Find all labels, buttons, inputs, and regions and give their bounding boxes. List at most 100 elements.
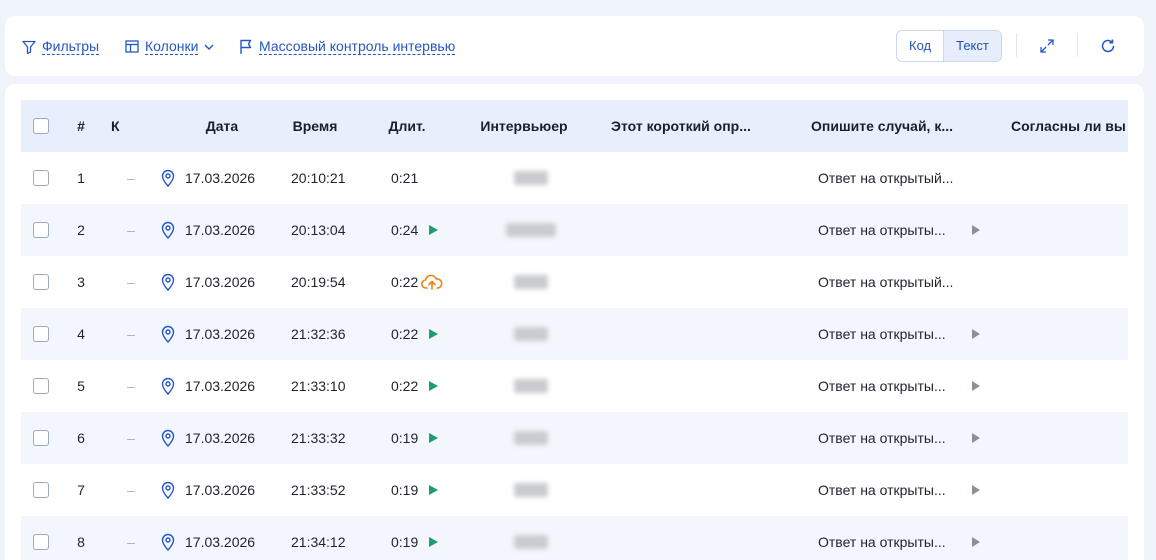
play-icon[interactable]: [427, 328, 439, 340]
row-checkbox[interactable]: [33, 378, 49, 394]
table-row[interactable]: 8 – 17.03.2026 21:34:12 0:19 Ответ на открыты…: [21, 516, 1128, 560]
table-row[interactable]: 6 – 17.03.2026 21:33:32 0:19 Ответ на открыты…: [21, 412, 1128, 464]
header-question-1[interactable]: Этот короткий опр...: [611, 100, 771, 152]
header-question-3[interactable]: Согласны ли вы: [1011, 100, 1128, 152]
row-time: 21:33:52: [291, 482, 346, 498]
row-answer-text[interactable]: Ответ на открыты...: [818, 412, 963, 464]
play-icon[interactable]: [427, 484, 439, 496]
row-duration: 0:24: [391, 222, 419, 238]
row-duration: 0:19: [391, 534, 419, 550]
row-time: 21:34:12: [291, 534, 346, 550]
row-k-value: –: [127, 482, 135, 498]
row-date: 17.03.2026: [185, 534, 256, 550]
row-date: 17.03.2026: [185, 222, 256, 238]
row-checkbox[interactable]: [33, 534, 49, 550]
row-k-value: –: [127, 378, 135, 394]
expand-answer-icon[interactable]: [971, 380, 981, 392]
header-k[interactable]: К: [111, 100, 123, 152]
row-number: 6: [77, 430, 85, 446]
location-pin-icon[interactable]: [161, 481, 175, 499]
row-answer-text[interactable]: Ответ на открыты...: [818, 360, 963, 412]
filters-label: Фильтры: [42, 38, 100, 55]
row-checkbox[interactable]: [33, 274, 49, 290]
play-icon[interactable]: [427, 536, 439, 548]
table-row[interactable]: 7 – 17.03.2026 21:33:52 0:19 Ответ на открыты…: [21, 464, 1128, 516]
expand-answer-icon[interactable]: [971, 484, 981, 496]
row-time: 21:33:10: [291, 378, 346, 394]
row-k-value: –: [127, 170, 135, 186]
row-checkbox[interactable]: [33, 430, 49, 446]
row-duration: 0:19: [391, 482, 419, 498]
row-answer-text[interactable]: Ответ на открыты...: [818, 308, 963, 360]
row-date: 17.03.2026: [185, 482, 256, 498]
location-pin-icon[interactable]: [161, 377, 175, 395]
table-row[interactable]: 2 – 17.03.2026 20:13:04 0:24 Ответ на открыты…: [21, 204, 1128, 256]
row-time: 21:33:32: [291, 430, 346, 446]
interviewer-name-redacted: [514, 171, 548, 185]
row-number: 1: [77, 170, 85, 186]
row-checkbox[interactable]: [33, 170, 49, 186]
select-all-checkbox[interactable]: [33, 118, 49, 134]
header-date[interactable]: Дата: [185, 100, 259, 152]
row-duration: 0:22: [391, 326, 419, 342]
columns-button[interactable]: Колонки: [125, 38, 214, 55]
header-question-2[interactable]: Опишите случай, к...: [811, 100, 971, 152]
play-icon[interactable]: [427, 432, 439, 444]
expand-answer-icon[interactable]: [971, 328, 981, 340]
table-row[interactable]: 3 – 17.03.2026 20:19:54 0:22 Ответ на открыты…: [21, 256, 1128, 308]
row-date: 17.03.2026: [185, 326, 256, 342]
row-k-value: –: [127, 274, 135, 290]
location-pin-icon[interactable]: [161, 533, 175, 551]
location-pin-icon[interactable]: [161, 325, 175, 343]
filter-icon: [22, 40, 36, 54]
row-checkbox[interactable]: [33, 222, 49, 238]
row-time: 20:10:21: [291, 170, 346, 186]
code-view-button[interactable]: Код: [897, 31, 943, 61]
location-pin-icon[interactable]: [161, 429, 175, 447]
toolbar: Фильтры Колонки Массовый контроль интерв…: [5, 16, 1144, 76]
mass-control-button[interactable]: Массовый контроль интервью: [239, 38, 456, 55]
row-answer-text[interactable]: Ответ на открытый...: [818, 256, 964, 308]
row-number: 4: [77, 326, 85, 342]
interviewer-name-redacted: [514, 535, 548, 549]
mass-control-label: Массовый контроль интервью: [259, 38, 456, 55]
cloud-upload-icon[interactable]: [421, 273, 443, 291]
play-icon[interactable]: [427, 380, 439, 392]
header-num[interactable]: #: [73, 100, 89, 152]
interviewer-name-redacted: [514, 431, 548, 445]
header-interviewer[interactable]: Интервьюер: [474, 100, 574, 152]
table-row[interactable]: 5 – 17.03.2026 21:33:10 0:22 Ответ на открыты…: [21, 360, 1128, 412]
expand-answer-icon[interactable]: [971, 224, 981, 236]
filters-button[interactable]: Фильтры: [22, 38, 100, 55]
location-pin-icon[interactable]: [161, 169, 175, 187]
location-pin-icon[interactable]: [161, 273, 175, 291]
row-k-value: –: [127, 222, 135, 238]
row-number: 2: [77, 222, 85, 238]
row-date: 17.03.2026: [185, 274, 256, 290]
interviewer-name-redacted: [514, 327, 548, 341]
header-duration[interactable]: Длит.: [382, 100, 432, 152]
row-number: 8: [77, 534, 85, 550]
row-checkbox[interactable]: [33, 482, 49, 498]
expand-icon[interactable]: [1038, 37, 1056, 55]
row-date: 17.03.2026: [185, 170, 256, 186]
play-icon[interactable]: [427, 224, 439, 236]
row-answer-text[interactable]: Ответ на открыты...: [818, 204, 963, 256]
row-checkbox[interactable]: [33, 326, 49, 342]
chevron-down-icon: [204, 44, 214, 50]
expand-answer-icon[interactable]: [971, 432, 981, 444]
table-row[interactable]: 1 – 17.03.2026 20:10:21 0:21 Ответ на открыты…: [21, 152, 1128, 204]
row-answer-text[interactable]: Ответ на открыты...: [818, 464, 963, 516]
row-date: 17.03.2026: [185, 378, 256, 394]
row-duration: 0:19: [391, 430, 419, 446]
header-time[interactable]: Время: [285, 100, 345, 152]
location-pin-icon[interactable]: [161, 221, 175, 239]
refresh-icon[interactable]: [1099, 37, 1117, 55]
text-view-button[interactable]: Текст: [943, 31, 1001, 61]
row-answer-text[interactable]: Ответ на открыты...: [818, 516, 963, 560]
row-answer-text[interactable]: Ответ на открытый...: [818, 152, 964, 204]
expand-answer-icon[interactable]: [971, 536, 981, 548]
table-columns-icon: [125, 40, 139, 53]
table-row[interactable]: 4 – 17.03.2026 21:32:36 0:22 Ответ на открыты…: [21, 308, 1128, 360]
row-duration: 0:22: [391, 274, 419, 290]
